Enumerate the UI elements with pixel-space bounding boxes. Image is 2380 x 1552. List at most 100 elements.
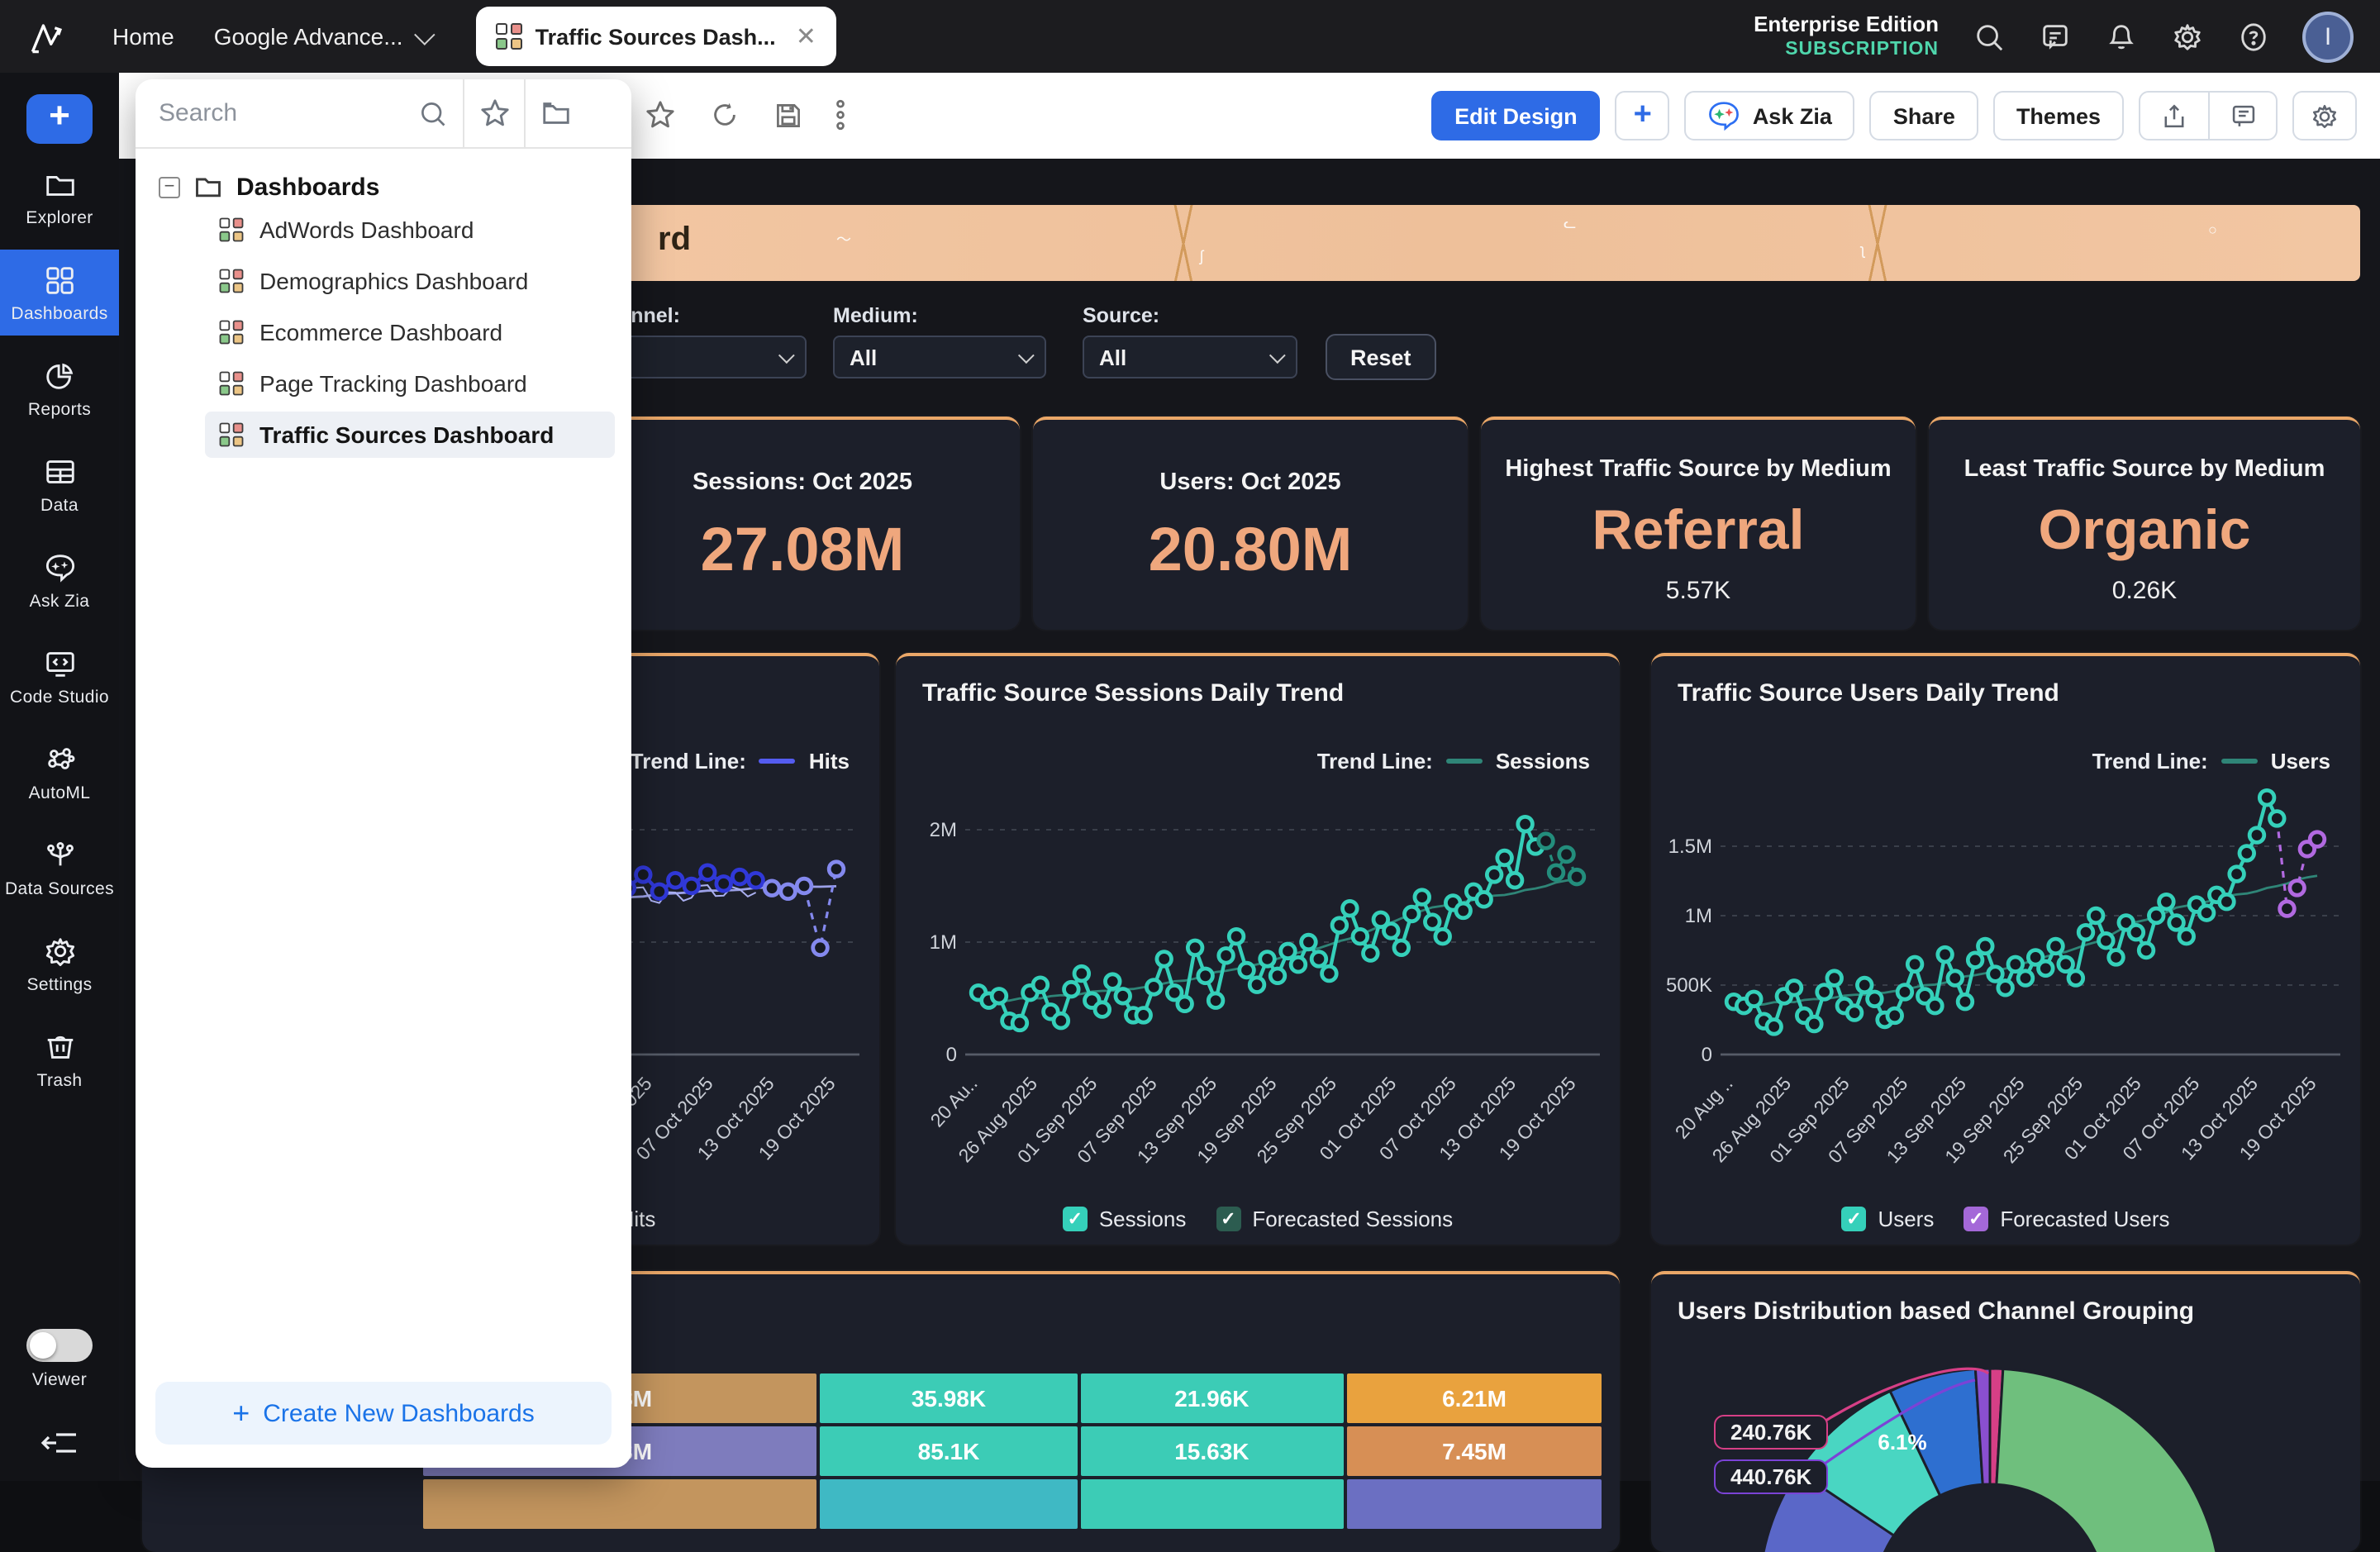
user-avatar[interactable]: I: [2302, 11, 2354, 62]
chevron-down-icon: [414, 23, 435, 44]
pie-icon: [42, 359, 77, 393]
chart-title: Traffic Source Sessions Daily Trend: [922, 679, 1344, 707]
folder-view-icon[interactable]: [539, 98, 572, 129]
tree-item-demographics-dashboard[interactable]: Demographics Dashboard: [205, 258, 615, 304]
edit-design-button[interactable]: Edit Design: [1431, 91, 1601, 140]
ask-zia-button[interactable]: Ask Zia: [1685, 91, 1855, 140]
favorite-star-icon[interactable]: [645, 99, 676, 139]
table-cell[interactable]: 85.1K: [820, 1426, 1077, 1476]
table-cell[interactable]: [1081, 1479, 1344, 1529]
tab-close-icon[interactable]: ✕: [796, 21, 816, 51]
notifications-bell-icon[interactable]: [2104, 20, 2137, 53]
add-widget-button[interactable]: +: [1616, 91, 1670, 140]
sidebar-item-ask-zia[interactable]: Ask Zia: [0, 537, 119, 623]
kpi-card-least-source: Least Traffic Source by Medium Organic 0…: [1929, 417, 2360, 630]
source-filter-select[interactable]: All: [1083, 336, 1297, 378]
tree-item-adwords-dashboard[interactable]: AdWords Dashboard: [205, 207, 615, 253]
ask-zia-label: Ask Zia: [1753, 103, 1832, 128]
series-checkbox-users[interactable]: ✓Users: [1841, 1207, 1934, 1231]
sidebar-item-data[interactable]: Data: [0, 441, 119, 527]
table-cell[interactable]: [1346, 1479, 1602, 1529]
sidebar-item-settings[interactable]: Settings: [0, 921, 119, 1007]
sidebar-item-label: Reports: [28, 400, 91, 420]
app-logo-icon[interactable]: [23, 12, 73, 61]
table-cell[interactable]: 7.45M: [1346, 1426, 1602, 1476]
tab-label: Traffic Sources Dash...: [536, 24, 776, 49]
series-checkbox-forecasted-users[interactable]: ✓Forecasted Users: [1963, 1207, 2169, 1231]
sidebar-item-label: Code Studio: [10, 688, 109, 707]
table-cell[interactable]: [423, 1479, 816, 1529]
kpi-value: Referral: [1481, 499, 1916, 564]
kpi-value: 27.08M: [585, 516, 1020, 585]
sidebar-item-automl[interactable]: AutoML: [0, 729, 119, 815]
donut-callout: 440.76K: [1714, 1459, 1828, 1494]
favorites-star-icon[interactable]: [478, 98, 511, 129]
medium-filter-select[interactable]: All: [833, 336, 1046, 378]
tree-item-traffic-sources-dashboard[interactable]: Traffic Sources Dashboard: [205, 412, 615, 458]
tree-root-dashboards[interactable]: − Dashboards: [159, 172, 615, 202]
series-checkbox-forecasted-sessions[interactable]: ✓Forecasted Sessions: [1216, 1207, 1453, 1231]
sidebar-item-explorer[interactable]: Explorer: [0, 154, 119, 240]
tree-item-page-tracking-dashboard[interactable]: Page Tracking Dashboard: [205, 360, 615, 407]
sessions-line-chart: 2M1M020 Au..26 Aug 202501 Sep 202507 Sep…: [896, 772, 1620, 1193]
tree-item-ecommerce-dashboard[interactable]: Ecommerce Dashboard: [205, 309, 615, 355]
sidebar-item-data-sources[interactable]: Data Sources: [0, 825, 119, 911]
sidebar-item-label: Data: [40, 496, 79, 516]
search-icon[interactable]: [1972, 20, 2005, 53]
themes-button[interactable]: Themes: [1993, 91, 2124, 140]
dashboard-grid-icon: [220, 269, 244, 293]
legend-swatch: [2221, 759, 2258, 764]
more-options-kebab-icon[interactable]: [836, 99, 845, 139]
collapse-node-icon[interactable]: −: [159, 176, 180, 198]
save-icon[interactable]: [774, 100, 803, 138]
refresh-icon[interactable]: [709, 99, 740, 139]
table-cell[interactable]: 35.98K: [820, 1373, 1077, 1423]
dashboard-grid-icon: [220, 372, 244, 396]
share-button[interactable]: Share: [1870, 91, 1978, 140]
search-input[interactable]: [136, 99, 416, 127]
dashboard-settings-button[interactable]: [2292, 91, 2357, 140]
sidebar-item-label: Data Sources: [5, 879, 114, 899]
reset-filters-button[interactable]: Reset: [1326, 334, 1436, 380]
table-cell[interactable]: 21.96K: [1081, 1373, 1344, 1423]
kpi-title: Highest Traffic Source by Medium: [1481, 456, 1916, 483]
nav-home[interactable]: Home: [112, 23, 174, 50]
chart-title: Users Distribution based Channel Groupin…: [1678, 1297, 2194, 1326]
table-icon: [42, 455, 77, 489]
code-icon: [42, 646, 77, 681]
sidebar-item-reports[interactable]: Reports: [0, 345, 119, 431]
dashboard-grid-icon: [220, 321, 244, 345]
plug-icon: [42, 838, 77, 873]
series-checkbox-sessions[interactable]: ✓Sessions: [1063, 1207, 1187, 1231]
create-new-button[interactable]: +: [26, 94, 93, 144]
top-bar: Home Google Advance... Traffic Sources D…: [0, 0, 2380, 73]
kpi-title: Sessions: Oct 2025: [585, 469, 1020, 496]
create-new-dashboards-button[interactable]: + Create New Dashboards: [155, 1382, 612, 1445]
sidebar-item-label: Settings: [26, 975, 92, 995]
chart-title: Traffic Source Users Daily Trend: [1678, 679, 2059, 707]
tree-item-label: Ecommerce Dashboard: [259, 319, 502, 345]
search-icon[interactable]: [416, 98, 450, 128]
table-cell[interactable]: [820, 1479, 1077, 1529]
viewer-toggle[interactable]: [26, 1329, 93, 1362]
chart-legend: Trend Line: Hits: [631, 749, 850, 774]
sidebar-item-code-studio[interactable]: Code Studio: [0, 633, 119, 719]
sidebar-item-trash[interactable]: Trash: [0, 1016, 119, 1102]
sidebar-item-dashboards[interactable]: Dashboards: [0, 250, 119, 336]
admin-gear-icon[interactable]: [2170, 20, 2203, 53]
table-cell[interactable]: 6.21M: [1346, 1373, 1602, 1423]
folder-icon: [42, 167, 77, 202]
help-icon[interactable]: [2236, 20, 2269, 53]
comments-icon[interactable]: [2208, 93, 2276, 139]
feedback-icon[interactable]: [2038, 20, 2071, 53]
kpi-card-highest-source: Highest Traffic Source by Medium Referra…: [1481, 417, 1916, 630]
collapse-sidebar-icon[interactable]: [40, 1430, 79, 1464]
workspace-switcher[interactable]: Google Advance...: [214, 23, 430, 50]
chat-icon: [42, 550, 77, 585]
folder-icon: [193, 172, 223, 202]
tree-root-label: Dashboards: [236, 173, 379, 201]
table-cell[interactable]: 15.63K: [1081, 1426, 1344, 1476]
users-line-chart: 1.5M1M500K020 Aug ..26 Aug 202501 Sep 20…: [1651, 772, 2360, 1193]
tab-traffic-sources-dashboard[interactable]: Traffic Sources Dash... ✕: [476, 7, 836, 66]
export-icon[interactable]: [2140, 93, 2208, 139]
